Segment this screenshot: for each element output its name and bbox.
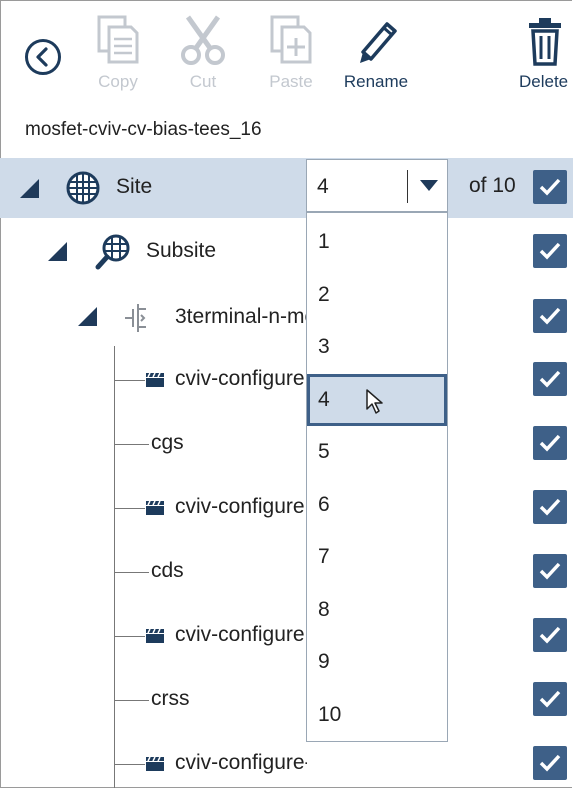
rename-button[interactable]: Rename [338, 14, 414, 98]
trash-icon [529, 18, 561, 66]
device-checkbox[interactable] [533, 299, 567, 333]
delete-label: Delete [519, 72, 569, 91]
site-option[interactable]: 9 [307, 636, 447, 688]
check-icon [539, 434, 561, 452]
site-select-value: 4 [317, 175, 329, 198]
site-option[interactable]: 10 [307, 689, 447, 741]
check-icon [539, 690, 561, 708]
check-icon [539, 370, 561, 388]
tree-item-checkbox[interactable] [533, 362, 567, 396]
site-option[interactable]: 1 [307, 216, 447, 268]
site-option-label: 3 [318, 335, 330, 358]
site-options-list: 1 2 3 4 5 6 7 8 9 10 [306, 212, 448, 742]
tree-item-row[interactable]: cviv-configure-ciss [0, 734, 573, 794]
site-option-label: 1 [318, 230, 330, 253]
check-icon [539, 754, 561, 772]
site-option[interactable]: 8 [307, 584, 447, 636]
tree-item-checkbox[interactable] [533, 682, 567, 716]
check-icon [539, 178, 561, 196]
check-icon [539, 626, 561, 644]
site-option-label: 2 [318, 282, 330, 306]
site-option-label: 4 [318, 387, 330, 411]
subsite-checkbox[interactable] [533, 234, 567, 268]
site-option[interactable]: 3 [307, 321, 447, 373]
site-option[interactable]: 5 [307, 426, 447, 478]
site-option-label: 7 [318, 545, 330, 568]
site-option-label: 6 [318, 492, 330, 516]
check-icon [539, 307, 561, 325]
tree-item-checkbox[interactable] [533, 746, 567, 780]
site-option[interactable]: 6 [307, 479, 447, 531]
rename-label: Rename [343, 72, 409, 91]
tree-item-label: cviv-configure-ciss [175, 751, 307, 774]
select-divider [407, 170, 408, 203]
tree-item-checkbox[interactable] [533, 426, 567, 460]
site-checkbox[interactable] [533, 170, 567, 204]
delete-button[interactable]: Delete [514, 14, 573, 98]
check-icon [539, 498, 561, 516]
site-count-label: of 10 [469, 174, 516, 197]
tree-item-checkbox[interactable] [533, 554, 567, 588]
tree-item-checkbox[interactable] [533, 490, 567, 524]
check-icon [539, 242, 561, 260]
site-select[interactable]: 4 [306, 159, 448, 212]
check-icon [539, 562, 561, 580]
mouse-cursor-icon [366, 388, 383, 414]
site-option-label: 10 [318, 702, 342, 726]
chevron-down-icon[interactable] [420, 180, 438, 191]
site-option[interactable]: 4 [307, 373, 447, 426]
pencil-icon [360, 22, 397, 63]
site-option[interactable]: 7 [307, 531, 447, 583]
site-option-label: 5 [318, 440, 330, 463]
tree-item-checkbox[interactable] [533, 618, 567, 652]
site-option[interactable]: 2 [307, 269, 447, 321]
site-option-label: 9 [318, 650, 330, 673]
site-option-label: 8 [318, 597, 330, 621]
